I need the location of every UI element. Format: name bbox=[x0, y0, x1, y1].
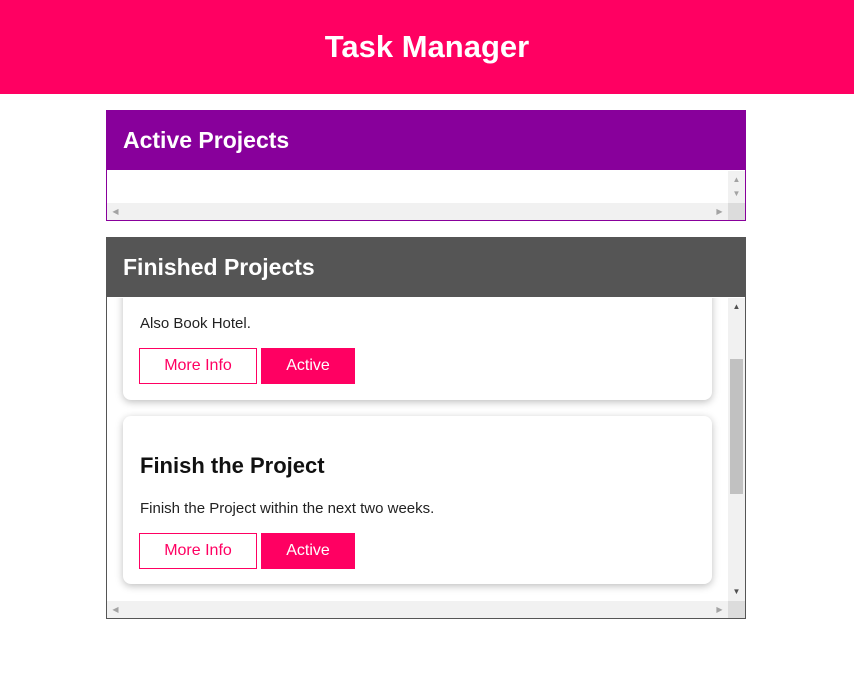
finished-projects-section: Finished Projects Also Book Hotel. More … bbox=[106, 237, 746, 619]
active-projects-header: Active Projects bbox=[106, 110, 746, 170]
finished-projects-vertical-scrollbar[interactable]: ▲ ▼ bbox=[728, 298, 745, 601]
more-info-button[interactable]: More Info bbox=[139, 348, 257, 384]
active-button[interactable]: Active bbox=[261, 533, 355, 569]
project-card-description: Also Book Hotel. bbox=[140, 315, 251, 332]
active-button[interactable]: Active bbox=[261, 348, 355, 384]
scrollbar-thumb[interactable] bbox=[730, 359, 743, 494]
scroll-right-arrow-icon[interactable]: ▶ bbox=[711, 208, 728, 216]
active-projects-horizontal-scrollbar[interactable]: ◀ ▶ bbox=[107, 203, 728, 220]
active-projects-vertical-scrollbar[interactable]: ▲ ▼ bbox=[728, 171, 745, 203]
scrollbar-corner bbox=[728, 601, 745, 618]
more-info-button[interactable]: More Info bbox=[139, 533, 257, 569]
project-card-description: Finish the Project within the next two w… bbox=[140, 500, 435, 517]
scroll-left-arrow-icon[interactable]: ◀ bbox=[107, 208, 124, 216]
scroll-left-arrow-icon[interactable]: ◀ bbox=[107, 606, 124, 614]
finished-projects-list[interactable]: Also Book Hotel. More Info Active Finish… bbox=[107, 298, 728, 601]
app-header: Task Manager bbox=[0, 0, 854, 94]
active-projects-section: Active Projects ▲ ▼ ◀ ▶ bbox=[106, 110, 746, 221]
active-projects-title: Active Projects bbox=[123, 126, 290, 153]
scroll-up-arrow-icon[interactable]: ▲ bbox=[728, 303, 745, 311]
finished-projects-horizontal-scrollbar[interactable]: ◀ ▶ bbox=[107, 601, 728, 618]
scroll-up-arrow-icon[interactable]: ▲ bbox=[728, 176, 745, 184]
scroll-down-arrow-icon[interactable]: ▼ bbox=[728, 588, 745, 596]
project-card-title: Finish the Project bbox=[140, 453, 325, 478]
active-projects-list[interactable] bbox=[107, 171, 728, 203]
finished-projects-title: Finished Projects bbox=[123, 253, 315, 280]
project-card: Finish the Project Finish the Project wi… bbox=[123, 416, 712, 584]
scroll-down-arrow-icon[interactable]: ▼ bbox=[728, 190, 745, 198]
project-card: Also Book Hotel. More Info Active bbox=[123, 298, 712, 400]
app-title: Task Manager bbox=[324, 29, 530, 64]
scroll-right-arrow-icon[interactable]: ▶ bbox=[711, 606, 728, 614]
finished-projects-header: Finished Projects bbox=[106, 237, 746, 297]
scrollbar-corner bbox=[728, 203, 745, 220]
